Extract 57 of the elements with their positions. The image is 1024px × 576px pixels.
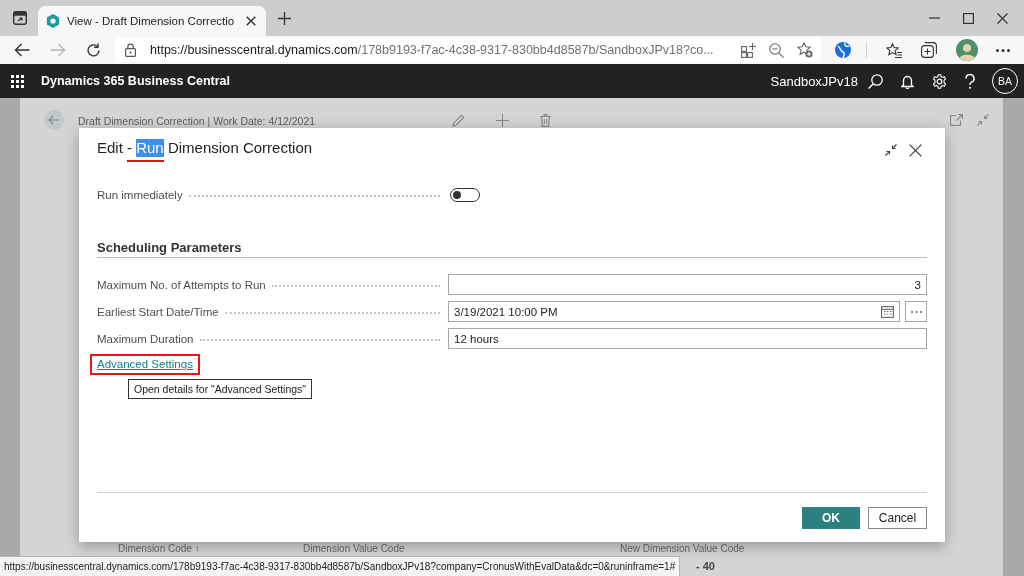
- browser-tab[interactable]: View - Draft Dimension Correctio: [38, 6, 267, 36]
- collections-icon[interactable]: [921, 42, 937, 58]
- status-bar-url: https://businesscentral.dynamics.com/178b9193-f7ac-4c38-9317-830bb4d8587b/SandboxJPv18?company=CronusWithEvalData&dc=0&runinframe=1#: [0, 556, 681, 576]
- search-icon[interactable]: [868, 73, 883, 89]
- zoom-out-icon[interactable]: [769, 42, 784, 58]
- collapse-icon: [977, 114, 989, 126]
- tab-actions-icon[interactable]: [13, 11, 27, 25]
- app-launcher-icon[interactable]: [11, 74, 24, 88]
- column-header: New Dimension Value Code: [620, 542, 745, 554]
- globe-icon[interactable]: [835, 42, 851, 58]
- section-heading: Scheduling Parameters: [97, 238, 927, 258]
- lock-icon[interactable]: [125, 43, 136, 57]
- avatar-icon[interactable]: [956, 39, 978, 61]
- tooltip: Open details for "Advanced Settings": [128, 379, 313, 399]
- address-url: https://businesscentral.dynamics.com/178b9193-f7ac-4c38-9317-830bb4d8587b/SandboxJPv18?co...: [150, 43, 714, 57]
- address-bar[interactable]: https://businesscentral.dynamics.com/178b9193-f7ac-4c38-9317-830bb4d8587b/SandboxJPv18?co...: [115, 38, 821, 62]
- trash-icon: [540, 113, 551, 127]
- calendar-icon[interactable]: [881, 305, 894, 318]
- app-logo-icon: [46, 14, 60, 28]
- maximize-icon[interactable]: [963, 12, 974, 24]
- refresh-icon[interactable]: [86, 42, 101, 58]
- dialog-title: Edit - Run Dimension Correction: [97, 138, 313, 162]
- help-icon[interactable]: [965, 73, 975, 89]
- column-header: Dimension Value Code: [303, 542, 406, 554]
- environment-name: SandboxJPv18: [770, 73, 858, 89]
- page-title: Draft Dimension Correction | Work Date: 4/12/2021: [78, 115, 316, 127]
- app-title[interactable]: Dynamics 365 Business Central: [41, 74, 230, 88]
- lookup-button[interactable]: [905, 301, 927, 322]
- column-header: Dimension Code ↑: [118, 542, 201, 554]
- star-plus-icon[interactable]: [797, 42, 813, 58]
- open-in-new-icon: [950, 114, 963, 126]
- close-icon[interactable]: [909, 143, 922, 157]
- cancel-button[interactable]: Cancel: [868, 507, 927, 529]
- favorites-icon[interactable]: [886, 42, 902, 58]
- more-icon[interactable]: [996, 48, 1010, 52]
- new-tab-icon[interactable]: [278, 11, 292, 25]
- field-label: Maximum No. of Attempts to Run: [97, 278, 266, 291]
- bell-icon[interactable]: [901, 73, 914, 89]
- toggle-switch[interactable]: [450, 188, 480, 202]
- close-icon[interactable]: [997, 12, 1008, 24]
- close-icon[interactable]: [246, 16, 257, 26]
- text-field[interactable]: 12 hours: [448, 328, 927, 349]
- number-field[interactable]: 3: [448, 274, 927, 295]
- advanced-settings-link[interactable]: Advanced Settings: [97, 357, 193, 372]
- field-label: Run immediately: [97, 189, 183, 201]
- settings-icon[interactable]: [932, 73, 947, 89]
- pencil-icon: [452, 113, 465, 127]
- field-label: Earliest Start Date/Time: [97, 305, 219, 318]
- table-cell: - 40: [696, 560, 715, 572]
- more-icon: [910, 310, 922, 313]
- back-arrow-icon[interactable]: [14, 43, 30, 57]
- collapse-icon[interactable]: [885, 144, 897, 156]
- date-time-field[interactable]: 3/19/2021 10:00 PM: [448, 301, 900, 322]
- ok-button[interactable]: OK: [802, 507, 860, 529]
- plus-icon: [496, 113, 509, 127]
- grid-plus-icon[interactable]: [741, 42, 756, 58]
- field-label: Maximum Duration: [97, 332, 194, 345]
